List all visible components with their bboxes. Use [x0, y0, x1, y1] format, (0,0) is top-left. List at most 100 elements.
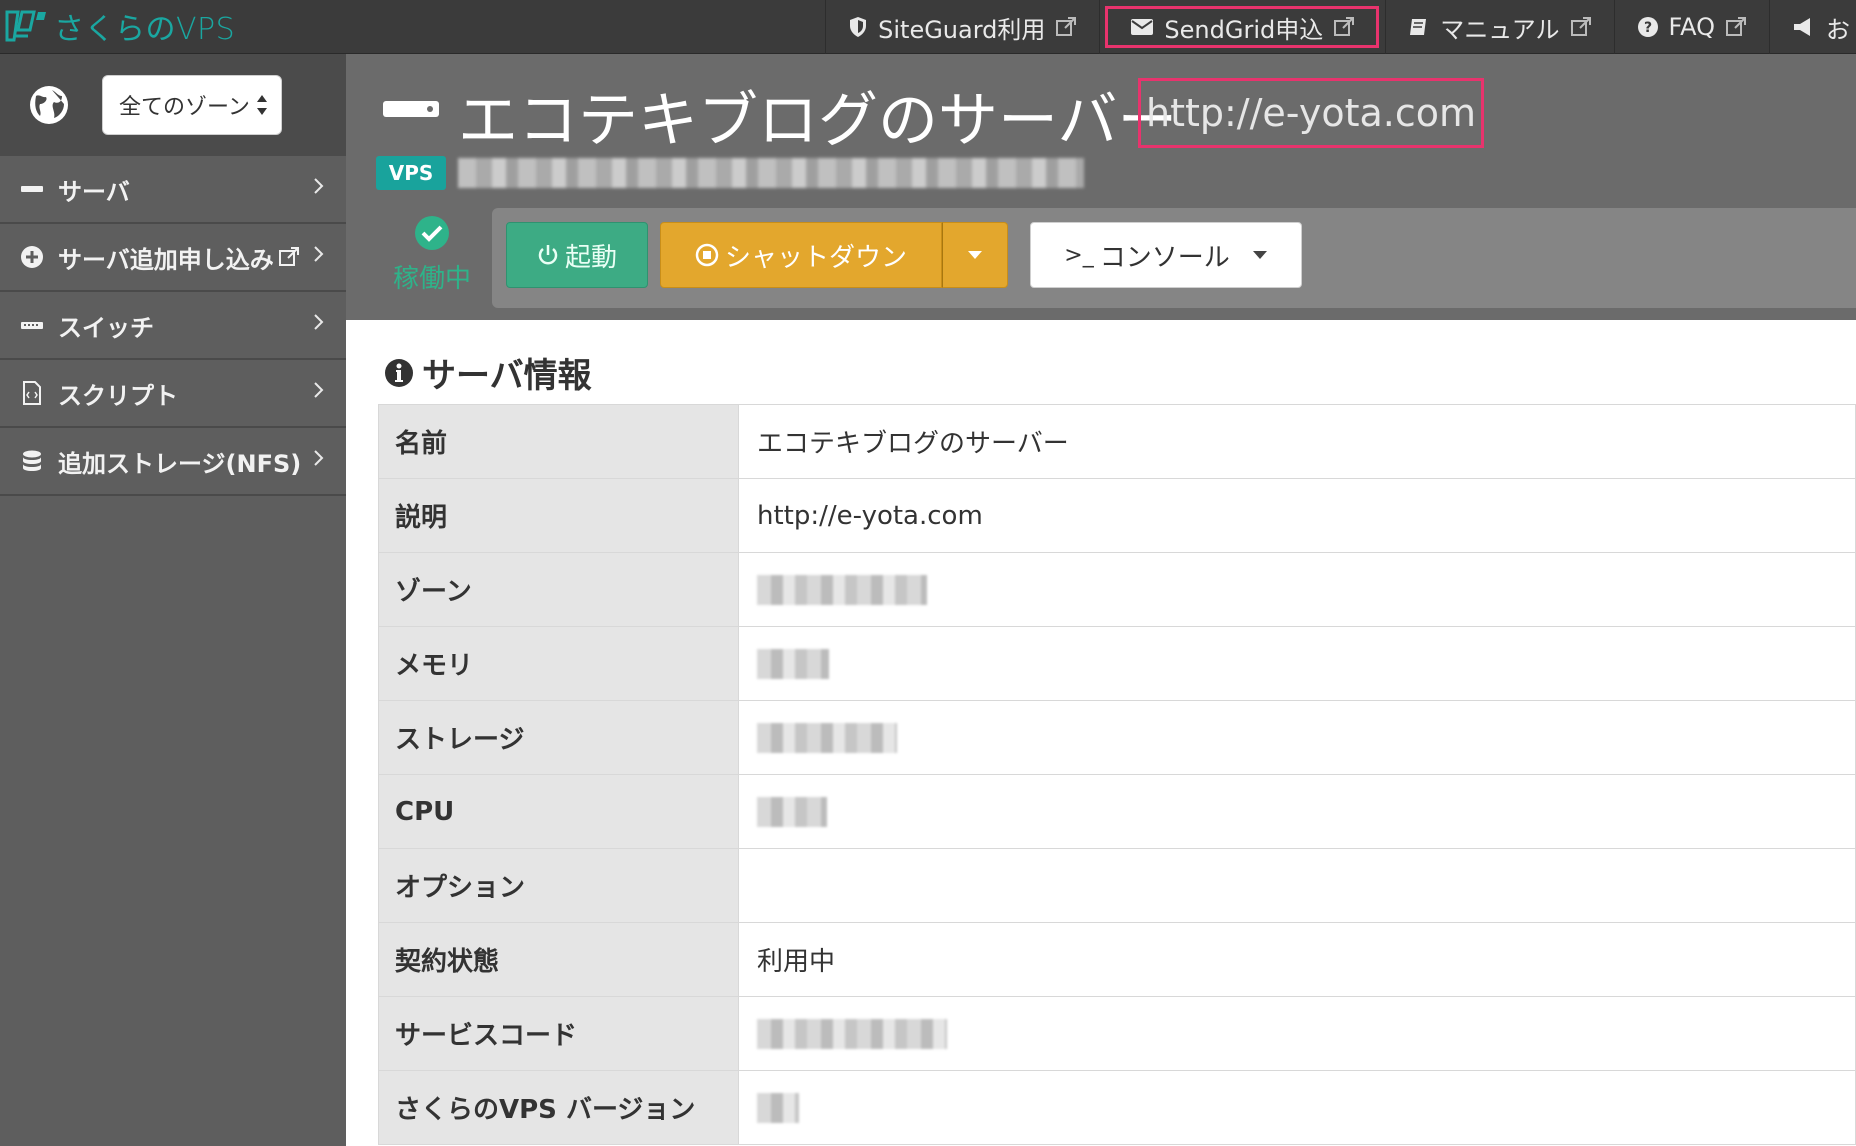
- caret-down-icon: [968, 251, 982, 259]
- action-bar: 起動 シャットダウン >_ コンソール: [492, 208, 1856, 308]
- check-circle-icon: [415, 216, 449, 250]
- sidebar-item-label: スイッチ: [58, 313, 154, 342]
- shutdown-button-label: シャットダウン: [724, 242, 907, 273]
- console-button[interactable]: >_ コンソール: [1030, 222, 1302, 288]
- server-icon: [383, 101, 439, 117]
- row-value-redacted: [738, 700, 1856, 775]
- table-row: サービスコード: [378, 996, 1856, 1071]
- start-button-label: 起動: [564, 242, 617, 273]
- row-label: ゾーン: [378, 552, 739, 627]
- table-row: メモリ: [378, 626, 1856, 701]
- sidebar: 全てのゾーン サーバ サーバ追加申し込み スイッチ スクリプト 追加ストレージ(…: [0, 54, 346, 1146]
- external-link-icon: [1570, 17, 1591, 36]
- logo[interactable]: さくらのVPS: [4, 4, 235, 48]
- redacted-server-id: [458, 158, 1084, 188]
- topnav-siteguard-label: SiteGuard利用: [878, 15, 1046, 44]
- sidebar-item-add-server[interactable]: サーバ追加申し込み: [0, 224, 346, 292]
- table-row: CPU: [378, 774, 1856, 849]
- topnav-manual[interactable]: マニュアル: [1385, 0, 1613, 54]
- external-link-icon: [1056, 17, 1077, 36]
- zone-select-value: 全てのゾーン: [119, 95, 250, 120]
- top-nav: SiteGuard利用 SendGrid申込 マニュアル ? FAQ お: [825, 0, 1856, 54]
- sidebar-item-switch[interactable]: スイッチ: [0, 292, 346, 360]
- info-circle-icon: [385, 358, 413, 387]
- switch-icon: [21, 322, 43, 329]
- table-row: 契約状態 利用中: [378, 922, 1856, 997]
- row-value-redacted: [738, 996, 1856, 1071]
- zone-select[interactable]: 全てのゾーン: [102, 75, 282, 135]
- status-indicator: 稼働中: [382, 214, 482, 304]
- caret-down-icon: [1252, 251, 1267, 259]
- row-label: 名前: [378, 404, 739, 479]
- sidebar-item-label: 追加ストレージ(NFS): [58, 449, 302, 478]
- page-title: エコテキブログのサーバー: [458, 86, 1178, 156]
- table-row: 説明 http://e-yota.com: [378, 478, 1856, 553]
- server-info-section: サーバ情報 名前 エコテキブログのサーバー 説明 http://e-yota.c…: [346, 320, 1856, 1146]
- table-row: さくらのVPS バージョン: [378, 1070, 1856, 1145]
- envelope-icon: [1131, 19, 1154, 35]
- sort-arrows-icon: [257, 95, 267, 115]
- topnav-news[interactable]: お: [1769, 0, 1856, 54]
- sidebar-item-label: サーバ追加申し込み: [58, 245, 274, 274]
- row-label: さくらのVPS バージョン: [378, 1070, 739, 1145]
- console-button-label: コンソール: [1099, 242, 1230, 273]
- topnav-sendgrid-label: SendGrid申込: [1164, 15, 1324, 44]
- topnav-faq-label: FAQ: [1668, 13, 1716, 41]
- script-file-icon: [23, 381, 41, 405]
- row-value-redacted: [738, 774, 1856, 849]
- chevron-right-icon: [314, 246, 324, 262]
- vps-badge: VPS: [376, 156, 446, 190]
- row-label: 契約状態: [378, 922, 739, 997]
- stop-circle-icon: [695, 243, 719, 267]
- power-icon: [538, 245, 558, 265]
- database-icon: [23, 450, 41, 471]
- logo-text: さくらのVPS: [54, 12, 236, 47]
- row-value-redacted: [738, 1070, 1856, 1145]
- plus-circle-icon: [21, 246, 43, 268]
- chevron-right-icon: [314, 382, 324, 398]
- server-url-link[interactable]: http://e-yota.com: [1138, 78, 1484, 148]
- row-value: 利用中: [738, 922, 1856, 997]
- section-title: サーバ情報: [384, 348, 592, 397]
- shutdown-button[interactable]: シャットダウン: [660, 222, 942, 288]
- topnav-news-label: お: [1826, 15, 1850, 44]
- row-value: http://e-yota.com: [738, 478, 1856, 553]
- sidebar-item-server[interactable]: サーバ: [0, 156, 346, 224]
- globe-icon: [30, 86, 68, 124]
- row-value-redacted: [738, 552, 1856, 627]
- table-row: オプション: [378, 848, 1856, 923]
- shield-icon: [850, 17, 867, 37]
- top-bar: さくらのVPS SiteGuard利用 SendGrid申込 マニュアル ? F…: [0, 0, 1856, 54]
- external-link-icon: [278, 247, 299, 266]
- terminal-icon: >_: [1064, 242, 1094, 268]
- shutdown-dropdown-toggle[interactable]: [942, 222, 1008, 288]
- sidebar-item-script[interactable]: スクリプト: [0, 360, 346, 428]
- topnav-faq[interactable]: ? FAQ: [1613, 0, 1770, 54]
- sidebar-item-label: スクリプト: [58, 381, 178, 410]
- external-link-icon: [1334, 17, 1355, 36]
- book-icon: [1410, 19, 1427, 35]
- row-label: CPU: [378, 774, 739, 849]
- status-label: 稼働中: [392, 264, 471, 294]
- row-label: ストレージ: [378, 700, 739, 775]
- external-link-icon: [1726, 17, 1746, 36]
- start-button[interactable]: 起動: [506, 222, 648, 288]
- topnav-siteguard[interactable]: SiteGuard利用: [825, 0, 1099, 54]
- row-label: メモリ: [378, 626, 739, 701]
- svg-text:?: ?: [1643, 20, 1651, 36]
- sidebar-item-nfs[interactable]: 追加ストレージ(NFS): [0, 428, 346, 496]
- megaphone-icon: [1794, 18, 1810, 36]
- server-header: エコテキブログのサーバー http://e-yota.com VPS 稼働中 起…: [346, 54, 1856, 320]
- table-row: 名前 エコテキブログのサーバー: [378, 404, 1856, 479]
- sakura-logo-icon: [5, 10, 46, 42]
- chevron-right-icon: [314, 450, 324, 466]
- topnav-sendgrid[interactable]: SendGrid申込: [1099, 0, 1385, 54]
- chevron-right-icon: [314, 314, 324, 330]
- row-label: サービスコード: [378, 996, 739, 1071]
- row-value: [738, 848, 1856, 923]
- server-icon: [21, 186, 43, 192]
- sidebar-item-label: サーバ: [58, 177, 130, 206]
- section-title-label: サーバ情報: [422, 356, 592, 396]
- row-value-redacted: [738, 626, 1856, 701]
- row-label: 説明: [378, 478, 739, 553]
